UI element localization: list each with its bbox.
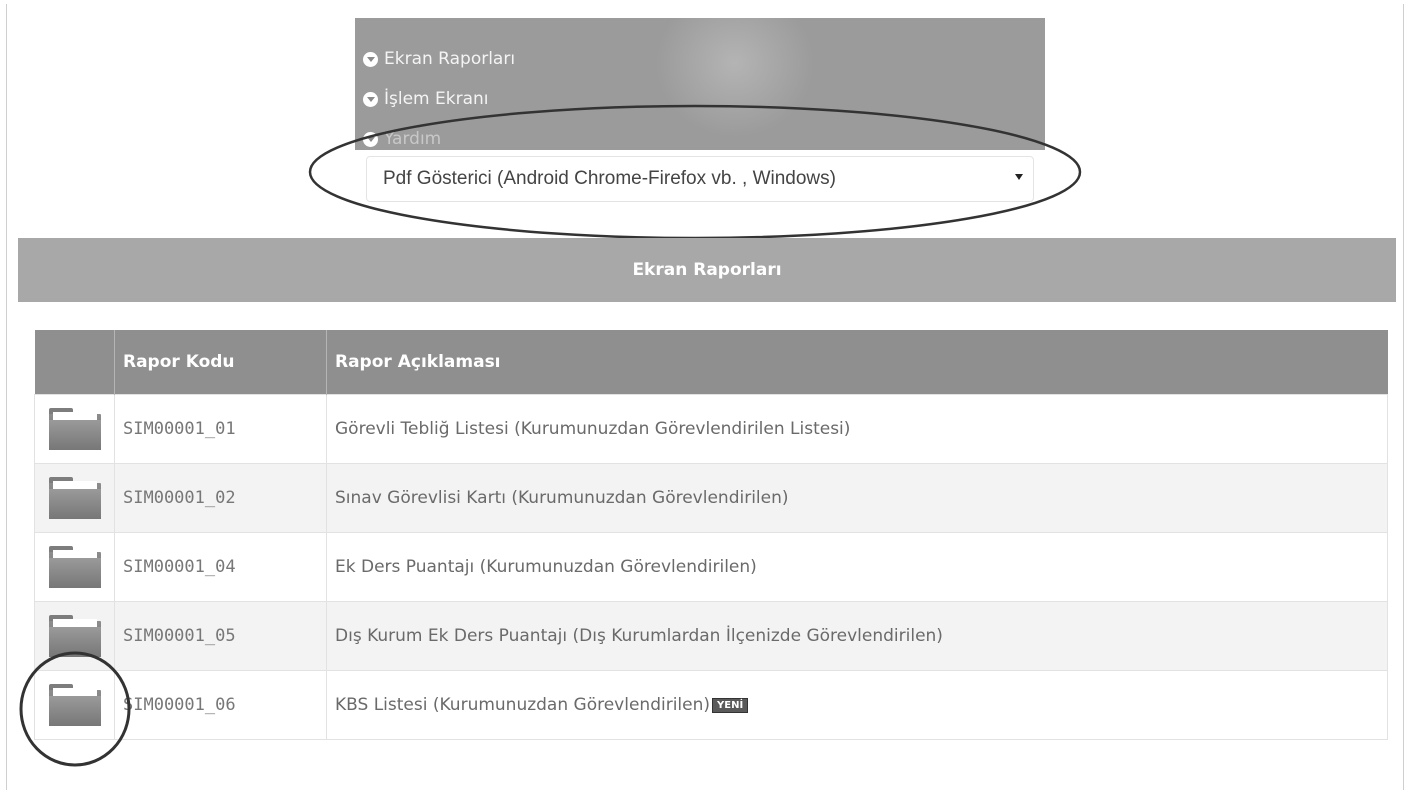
table-row: SIM00001_05 Dış Kurum Ek Ders Puantajı (… xyxy=(34,601,1388,671)
report-code: SIM00001_01 xyxy=(114,394,327,464)
menu-item-label: Yardım xyxy=(384,129,442,149)
section-title: Ekran Raporları xyxy=(632,260,782,280)
report-table: Rapor Kodu Rapor Açıklaması SIM00001_01 … xyxy=(34,330,1388,740)
table-row: SIM00001_06 KBS Listesi (Kurumunuzdan Gö… xyxy=(34,670,1388,740)
report-code: SIM00001_04 xyxy=(114,532,327,602)
column-header-rapor-aciklamasi: Rapor Açıklaması xyxy=(326,330,1388,395)
report-description: Görevli Tebliğ Listesi (Kurumunuzdan Gör… xyxy=(326,394,1388,464)
folder-icon[interactable] xyxy=(47,408,103,450)
menu-item-label: İşlem Ekranı xyxy=(384,89,489,109)
menu-item-islem-ekrani[interactable]: İşlem Ekranı xyxy=(363,84,489,114)
top-menu: Ekran Raporları İşlem Ekranı Yardım xyxy=(355,0,1045,150)
column-header-rapor-kodu: Rapor Kodu xyxy=(114,330,327,395)
table-row: SIM00001_01 Görevli Tebliğ Listesi (Kuru… xyxy=(34,394,1388,464)
decorative-swirl xyxy=(655,0,815,138)
dropdown-arrow-icon xyxy=(1015,174,1023,180)
table-row: SIM00001_02 Sınav Görevlisi Kartı (Kurum… xyxy=(34,463,1388,533)
row-icon-cell[interactable] xyxy=(34,532,115,602)
table-header-row: Rapor Kodu Rapor Açıklaması xyxy=(34,330,1388,395)
report-description: Dış Kurum Ek Ders Puantajı (Dış Kurumlar… xyxy=(326,601,1388,671)
chevron-down-icon xyxy=(363,131,378,147)
folder-icon[interactable] xyxy=(47,615,103,657)
folder-icon[interactable] xyxy=(47,477,103,519)
section-header: Ekran Raporları xyxy=(18,238,1396,302)
row-icon-cell[interactable] xyxy=(34,601,115,671)
report-description: KBS Listesi (Kurumunuzdan Görevlendirile… xyxy=(335,695,711,715)
report-code: SIM00001_05 xyxy=(114,601,327,671)
folder-icon[interactable] xyxy=(47,546,103,588)
menu-item-label: Ekran Raporları xyxy=(384,49,516,69)
pdf-viewer-select-value: Pdf Gösterici (Android Chrome-Firefox vb… xyxy=(383,168,836,189)
row-icon-cell[interactable] xyxy=(34,670,115,740)
report-description: Ek Ders Puantajı (Kurumunuzdan Görevlend… xyxy=(326,532,1388,602)
menu-item-yardim[interactable]: Yardım xyxy=(363,124,441,154)
folder-icon[interactable] xyxy=(47,684,103,726)
chevron-down-icon xyxy=(363,51,378,67)
row-icon-cell[interactable] xyxy=(34,463,115,533)
column-header-icon xyxy=(34,330,115,395)
menu-item-ekran-raporlari[interactable]: Ekran Raporları xyxy=(363,44,515,74)
table-row: SIM00001_04 Ek Ders Puantajı (Kurumunuzd… xyxy=(34,532,1388,602)
chevron-down-icon xyxy=(363,91,378,107)
pdf-viewer-select[interactable]: Pdf Gösterici (Android Chrome-Firefox vb… xyxy=(366,156,1034,202)
report-code: SIM00001_02 xyxy=(114,463,327,533)
report-description: Sınav Görevlisi Kartı (Kurumunuzdan Göre… xyxy=(326,463,1388,533)
new-badge: YENİ xyxy=(712,698,749,713)
report-description-cell: KBS Listesi (Kurumunuzdan Görevlendirile… xyxy=(326,670,1388,740)
report-code: SIM00001_06 xyxy=(114,670,327,740)
row-icon-cell[interactable] xyxy=(34,394,115,464)
